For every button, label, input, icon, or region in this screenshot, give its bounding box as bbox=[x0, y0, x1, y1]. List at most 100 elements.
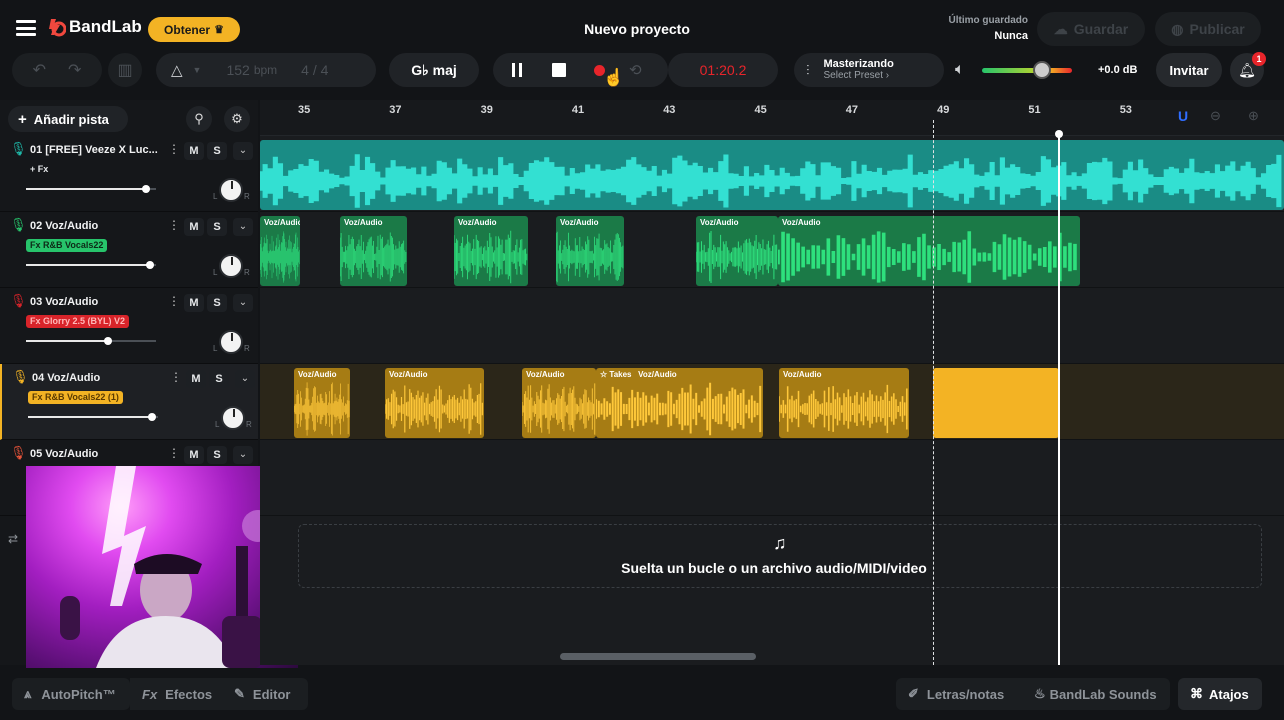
audio-clip[interactable]: Voz/Audio bbox=[260, 216, 300, 286]
redo-icon[interactable]: ↷ bbox=[68, 60, 81, 80]
track-lane-5[interactable] bbox=[260, 440, 1284, 516]
audio-clip[interactable]: ☆ Takes Voz/Audio bbox=[596, 368, 763, 438]
takes-label[interactable]: ☆ Takes Voz/Audio bbox=[600, 370, 677, 379]
playhead[interactable] bbox=[1058, 132, 1060, 665]
volume-slider[interactable] bbox=[26, 185, 156, 193]
track-name[interactable]: 04 Voz/Audio bbox=[32, 372, 100, 384]
recording-region[interactable] bbox=[933, 368, 1059, 438]
metronome-button[interactable]: ▥ bbox=[108, 53, 142, 87]
drop-zone[interactable]: ♫ Suelta un bucle o un archivo audio/MID… bbox=[298, 524, 1262, 588]
audio-clip[interactable] bbox=[260, 140, 1284, 210]
solo-button[interactable]: S bbox=[209, 370, 229, 388]
audio-clip[interactable]: Voz/Audio bbox=[778, 216, 1080, 286]
audio-clip[interactable]: Voz/Audio bbox=[340, 216, 407, 286]
effects-button[interactable]: Fx Efectos bbox=[130, 678, 222, 710]
mute-button[interactable]: M bbox=[186, 370, 206, 388]
publish-button[interactable]: ◍ Publicar bbox=[1155, 12, 1261, 46]
loop-icon[interactable]: ⟲ bbox=[629, 61, 642, 79]
fx-badge[interactable]: Fx Glorry 2.5 (BYL) V2 bbox=[26, 315, 130, 328]
volume-slider-handle[interactable] bbox=[142, 185, 150, 193]
volume-slider[interactable] bbox=[26, 337, 156, 345]
bandlab-logo[interactable]: BandLab bbox=[48, 17, 142, 37]
track-lane-3[interactable] bbox=[260, 288, 1284, 364]
chevron-down-icon[interactable]: ⌄ bbox=[233, 446, 253, 464]
invite-button[interactable]: Invitar bbox=[1156, 53, 1222, 87]
zoom-in-icon[interactable]: ⊕ bbox=[1248, 108, 1259, 124]
track-header-4[interactable]: 🎙︎ 04 Voz/Audio ⋮ M S ⌄ Fx R&B Vocals22 … bbox=[0, 364, 258, 440]
zoom-out-icon[interactable]: ⊖ bbox=[1210, 108, 1221, 124]
time-signature[interactable]: 4 / 4 bbox=[301, 62, 328, 78]
lyrics-button[interactable]: ✐ Letras/notas bbox=[896, 678, 1022, 710]
more-options-icon[interactable]: ⋮ bbox=[168, 218, 180, 232]
volume-slider[interactable] bbox=[26, 261, 156, 269]
metronome-icon[interactable]: △ bbox=[171, 61, 183, 79]
pan-knob[interactable] bbox=[219, 330, 243, 354]
chevron-down-icon[interactable]: ⌄ bbox=[233, 218, 253, 236]
track-header-2[interactable]: 🎙︎ 02 Voz/Audio ⋮ M S ⌄ Fx R&B Vocals22 … bbox=[0, 212, 258, 288]
track-name[interactable]: 03 Voz/Audio bbox=[30, 296, 98, 308]
playhead-handle[interactable] bbox=[1055, 130, 1063, 138]
more-options-icon[interactable]: ⋮ bbox=[168, 142, 180, 156]
track-header-3[interactable]: 🎙︎ 03 Voz/Audio ⋮ M S ⌄ Fx Glorry 2.5 (B… bbox=[0, 288, 258, 364]
sounds-button[interactable]: ♨ BandLab Sounds bbox=[1022, 678, 1170, 710]
pan-knob[interactable] bbox=[221, 406, 245, 430]
fx-badge[interactable]: Fx R&B Vocals22 (1) bbox=[28, 391, 123, 404]
autopitch-button[interactable]: ⩓ AutoPitch™ bbox=[12, 678, 130, 710]
mute-button[interactable]: M bbox=[184, 218, 204, 236]
track-header-1[interactable]: 🎙︎ 01 [FREE] Veeze X Luc... ⋮ M S ⌄ + Fx… bbox=[0, 136, 258, 212]
speaker-icon[interactable]: 🔈︎ bbox=[955, 61, 965, 79]
chevron-down-icon[interactable]: ⌄ bbox=[235, 370, 255, 388]
solo-button[interactable]: S bbox=[207, 218, 227, 236]
shortcuts-button[interactable]: ⌘ Atajos bbox=[1178, 678, 1262, 710]
audio-clip[interactable]: Voz/Audio bbox=[779, 368, 909, 438]
audio-clip[interactable]: Voz/Audio bbox=[294, 368, 350, 438]
undo-icon[interactable]: ↶ bbox=[33, 60, 46, 80]
chevron-down-icon[interactable]: ▼ bbox=[193, 65, 202, 75]
track-name[interactable]: 05 Voz/Audio bbox=[30, 448, 98, 460]
solo-button[interactable]: S bbox=[207, 294, 227, 312]
chevron-down-icon[interactable]: ⌄ bbox=[233, 294, 253, 312]
fx-badge[interactable]: + Fx bbox=[26, 163, 52, 176]
chevron-down-icon[interactable]: ⌄ bbox=[233, 142, 253, 160]
timeline-ruler[interactable]: 35 37 39 41 43 45 47 49 51 53 bbox=[260, 100, 1284, 136]
hamburger-menu-icon[interactable] bbox=[16, 20, 36, 36]
pan-knob[interactable] bbox=[219, 178, 243, 202]
master-volume-knob[interactable] bbox=[1033, 61, 1051, 79]
audio-clip[interactable]: Voz/Audio bbox=[522, 368, 596, 438]
master-volume-slider[interactable] bbox=[982, 61, 1072, 79]
stop-icon[interactable] bbox=[552, 63, 566, 77]
audio-clip[interactable]: Voz/Audio bbox=[454, 216, 528, 286]
tempo-value[interactable]: 152 bbox=[226, 62, 249, 78]
solo-button[interactable]: S bbox=[207, 446, 227, 464]
volume-slider[interactable] bbox=[28, 413, 158, 421]
track-name[interactable]: 01 [FREE] Veeze X Luc... bbox=[30, 144, 158, 156]
editor-button[interactable]: ✎ Editor bbox=[222, 678, 308, 710]
pan-knob[interactable] bbox=[219, 254, 243, 278]
tuner-icon[interactable]: ⚲ bbox=[186, 106, 212, 132]
add-track-button[interactable]: + Añadir pista bbox=[8, 106, 128, 132]
pause-icon[interactable] bbox=[512, 63, 522, 77]
track-lane-2[interactable]: Voz/Audio Voz/Audio Voz/Audio Voz/Audio Voz/… bbox=[260, 212, 1284, 288]
snap-magnet-icon[interactable]: U bbox=[1172, 108, 1194, 130]
get-button[interactable]: Obtener ♛ bbox=[148, 17, 240, 42]
mute-button[interactable]: M bbox=[184, 294, 204, 312]
automation-icon[interactable]: ⚙ bbox=[224, 106, 250, 132]
more-options-icon[interactable]: ⋮ bbox=[168, 446, 180, 460]
save-button[interactable]: ☁ Guardar bbox=[1037, 12, 1145, 46]
timeline-area[interactable]: 35 37 39 41 43 45 47 49 51 53 U ⊖ ⊕ Voz/Audio Voz/… bbox=[260, 100, 1284, 665]
track-lane-4[interactable]: Voz/Audio Voz/Audio Voz/Audio ☆ Takes Voz/A… bbox=[260, 364, 1284, 440]
more-options-icon[interactable]: ⋮ bbox=[168, 294, 180, 308]
audio-clip[interactable]: Voz/Audio bbox=[696, 216, 778, 286]
mute-button[interactable]: M bbox=[184, 446, 204, 464]
audio-clip[interactable]: Voz/Audio bbox=[556, 216, 624, 286]
horizontal-scrollbar[interactable] bbox=[560, 653, 756, 660]
key-button[interactable]: G♭ maj bbox=[389, 53, 479, 87]
volume-slider-handle[interactable] bbox=[104, 337, 112, 345]
fx-badge[interactable]: Fx R&B Vocals22 bbox=[26, 239, 108, 252]
audio-clip[interactable]: Voz/Audio bbox=[385, 368, 484, 438]
volume-slider-handle[interactable] bbox=[146, 261, 154, 269]
project-title[interactable]: Nuevo proyecto bbox=[560, 21, 714, 37]
volume-slider-handle[interactable] bbox=[148, 413, 156, 421]
more-options-icon[interactable]: ⋮ bbox=[170, 370, 182, 384]
track-name[interactable]: 02 Voz/Audio bbox=[30, 220, 98, 232]
